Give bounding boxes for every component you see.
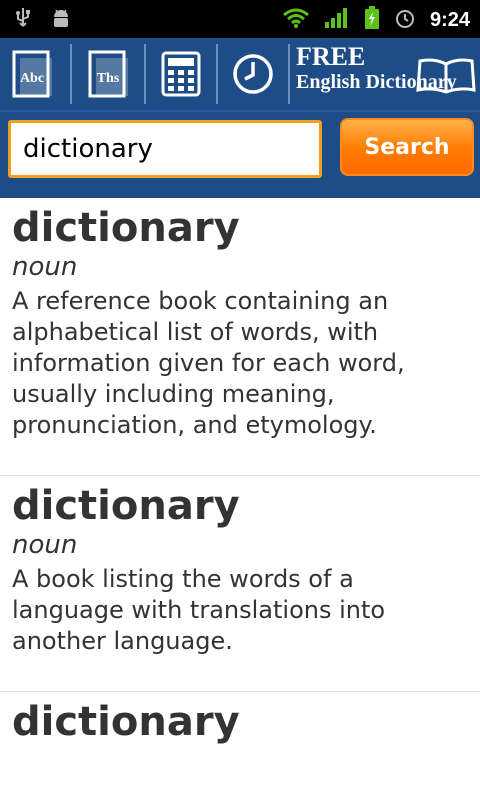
toolbar-divider — [216, 44, 218, 104]
result-entry[interactable]: dictionary — [0, 692, 480, 780]
entry-definition — [12, 746, 468, 780]
alarm-icon — [394, 7, 416, 33]
history-button[interactable] — [232, 48, 274, 100]
android-debug-icon — [50, 7, 72, 33]
usb-icon — [14, 6, 32, 34]
status-bar: 9:24 — [0, 0, 480, 38]
abc-book-icon: Abc — [12, 50, 52, 98]
calculator-icon — [161, 51, 201, 97]
battery-charging-icon — [364, 6, 380, 34]
thesaurus-book-icon: Ths — [88, 50, 128, 98]
thesaurus-button[interactable]: Ths — [88, 48, 130, 100]
search-bar: Search — [0, 112, 480, 198]
clock-time: 9:24 — [429, 8, 470, 31]
result-entry[interactable]: dictionary noun A reference book contain… — [0, 198, 480, 476]
app-toolbar: Abc Ths FREE English Dictionary — [0, 38, 480, 112]
open-book-icon — [416, 56, 476, 98]
toolbar-divider — [288, 44, 290, 104]
results-list: dictionary noun A reference book contain… — [0, 198, 480, 780]
result-entry[interactable]: dictionary noun A book listing the words… — [0, 476, 480, 692]
entry-definition: A book listing the words of a language w… — [12, 565, 386, 655]
entry-definition: A reference book containing an alphabeti… — [12, 287, 405, 439]
toolbar-divider — [144, 44, 146, 104]
entry-part-of-speech: noun — [12, 252, 78, 282]
wifi-icon — [282, 7, 310, 33]
clock-history-icon — [233, 54, 273, 94]
entry-word: dictionary — [12, 699, 240, 745]
calculator-button[interactable] — [160, 48, 202, 100]
search-input[interactable] — [8, 120, 322, 178]
entry-part-of-speech: noun — [12, 530, 78, 560]
svg-text:Ths: Ths — [97, 71, 120, 86]
signal-icon — [324, 7, 350, 33]
svg-text:Abc: Abc — [20, 71, 44, 86]
abc-dictionary-button[interactable]: Abc — [12, 48, 54, 100]
entry-word: dictionary — [12, 483, 240, 529]
toolbar-divider — [70, 44, 72, 104]
entry-word: dictionary — [12, 205, 240, 251]
search-button[interactable]: Search — [340, 118, 474, 176]
